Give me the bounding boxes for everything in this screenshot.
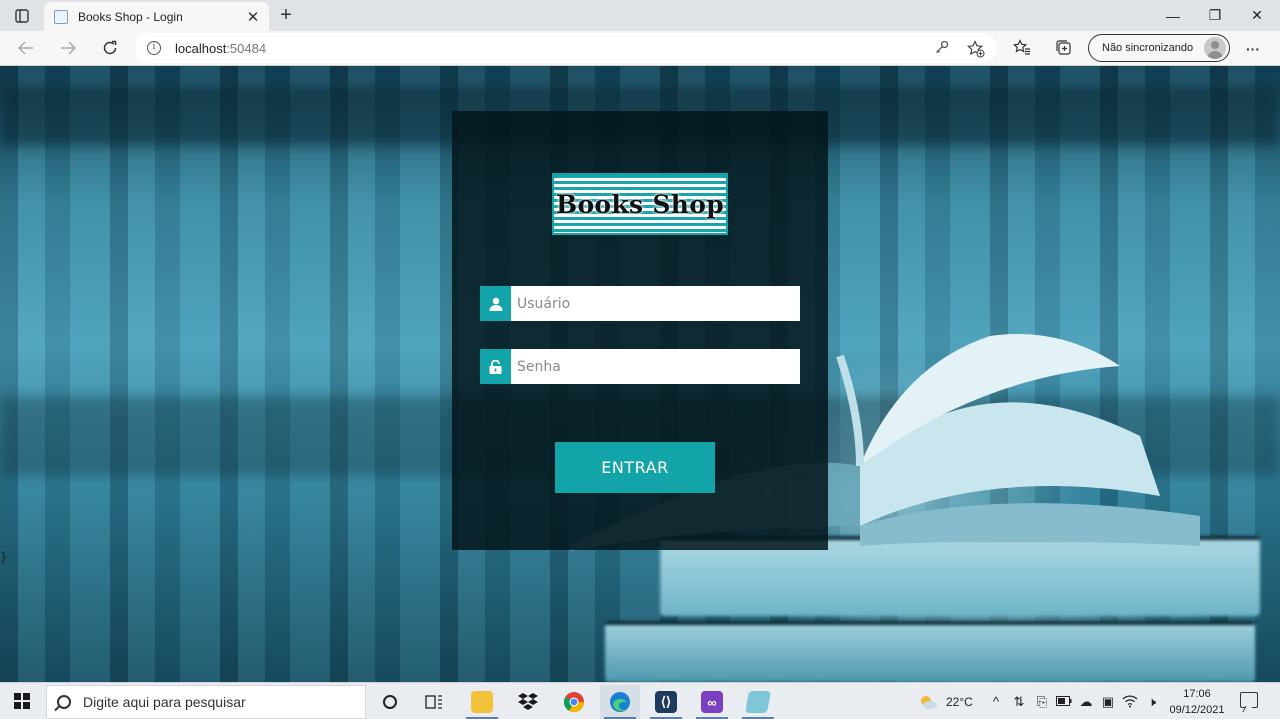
- password-input[interactable]: [511, 349, 800, 384]
- login-panel: Books Shop ENTRAR: [452, 111, 828, 550]
- profile-button[interactable]: Não sincronizando: [1088, 34, 1230, 62]
- tab-close-icon[interactable]: ✕: [245, 8, 261, 26]
- browser-toolbar: i localhost:50484 Não sincronizando ···: [0, 31, 1280, 66]
- key-icon[interactable]: [933, 40, 951, 58]
- login-submit-button[interactable]: ENTRAR: [555, 442, 715, 493]
- page-viewport: } Books Shop ENTRAR: [0, 66, 1280, 682]
- site-info-icon[interactable]: i: [147, 41, 161, 55]
- display-icon[interactable]: ▣: [1100, 694, 1116, 710]
- new-tab-button[interactable]: +: [275, 4, 297, 26]
- page-favicon-icon: [54, 9, 68, 24]
- search-icon: [57, 695, 71, 709]
- chevron-up-icon[interactable]: ^: [988, 694, 1004, 710]
- chrome-icon[interactable]: [554, 685, 594, 719]
- background-book: [605, 621, 1255, 682]
- favorites-icon[interactable]: [1012, 39, 1032, 59]
- password-field: [480, 349, 800, 384]
- add-favorite-icon[interactable]: [967, 40, 985, 58]
- battery-icon[interactable]: [1056, 694, 1072, 710]
- user-icon: [480, 286, 511, 321]
- wifi-icon[interactable]: [1122, 694, 1138, 710]
- avatar-icon: [1204, 37, 1226, 59]
- weather-temperature[interactable]: 22°C: [946, 683, 973, 719]
- window-close-button[interactable]: ✕: [1234, 0, 1280, 31]
- books-shop-logo: Books Shop: [552, 173, 728, 235]
- volume-muted-icon[interactable]: 🕨: [1144, 694, 1160, 710]
- task-view-icon[interactable]: [414, 685, 454, 719]
- meet-now-icon[interactable]: ⎘: [1034, 694, 1050, 710]
- onedrive-icon[interactable]: ☁: [1078, 694, 1094, 710]
- notification-center-icon[interactable]: [1240, 692, 1258, 708]
- forward-button[interactable]: [54, 35, 82, 61]
- url-port: :50484: [226, 40, 267, 56]
- clock-date: 09/12/2021: [1169, 704, 1225, 716]
- file-explorer-icon[interactable]: [462, 685, 502, 719]
- tab-title: Books Shop - Login: [78, 9, 183, 24]
- username-input[interactable]: [511, 286, 800, 321]
- clock-time: 17:06: [1183, 688, 1211, 700]
- back-button[interactable]: [12, 35, 40, 61]
- visual-studio-code-icon[interactable]: ⟨⟩: [646, 685, 686, 719]
- taskbar-search-box[interactable]: Digite aqui para pesquisar: [46, 685, 366, 719]
- dropbox-icon[interactable]: [508, 685, 548, 719]
- collections-icon[interactable]: [1054, 39, 1074, 59]
- address-url: localhost:50484: [175, 41, 266, 56]
- profile-status: Não sincronizando: [1102, 42, 1194, 54]
- browser-tab-strip: Books Shop - Login ✕ + — ❐ ✕: [0, 0, 1280, 31]
- taskbar-search-placeholder: Digite aqui para pesquisar: [83, 694, 246, 710]
- visual-studio-icon[interactable]: ∞: [692, 685, 732, 719]
- windows-taskbar: Digite aqui para pesquisar ⟨⟩ ∞ 22°C ^ ⇅…: [0, 682, 1280, 719]
- restore-button[interactable]: ❐: [1192, 0, 1238, 31]
- unlock-icon: [480, 349, 511, 384]
- weather-icon[interactable]: [918, 694, 938, 710]
- windows-start-icon[interactable]: [14, 693, 30, 709]
- edge-icon[interactable]: [600, 685, 640, 719]
- network-drive-icon[interactable]: ⇅: [1011, 694, 1027, 710]
- more-menu-icon[interactable]: ···: [1243, 39, 1263, 59]
- taskbar-clock[interactable]: 17:06 09/12/2021: [1166, 686, 1228, 718]
- tab-actions-icon[interactable]: [10, 6, 34, 26]
- address-bar[interactable]: i localhost:50484: [135, 33, 997, 63]
- logo-text: Books Shop: [556, 189, 724, 219]
- minimize-button[interactable]: —: [1150, 0, 1196, 31]
- refresh-button[interactable]: [96, 35, 124, 61]
- cortana-icon[interactable]: [370, 685, 410, 719]
- url-host: localhost: [175, 40, 227, 56]
- stray-text: }: [0, 550, 8, 564]
- username-field: [480, 286, 800, 321]
- notepad-icon[interactable]: [738, 685, 778, 719]
- browser-tab[interactable]: Books Shop - Login ✕: [44, 2, 269, 31]
